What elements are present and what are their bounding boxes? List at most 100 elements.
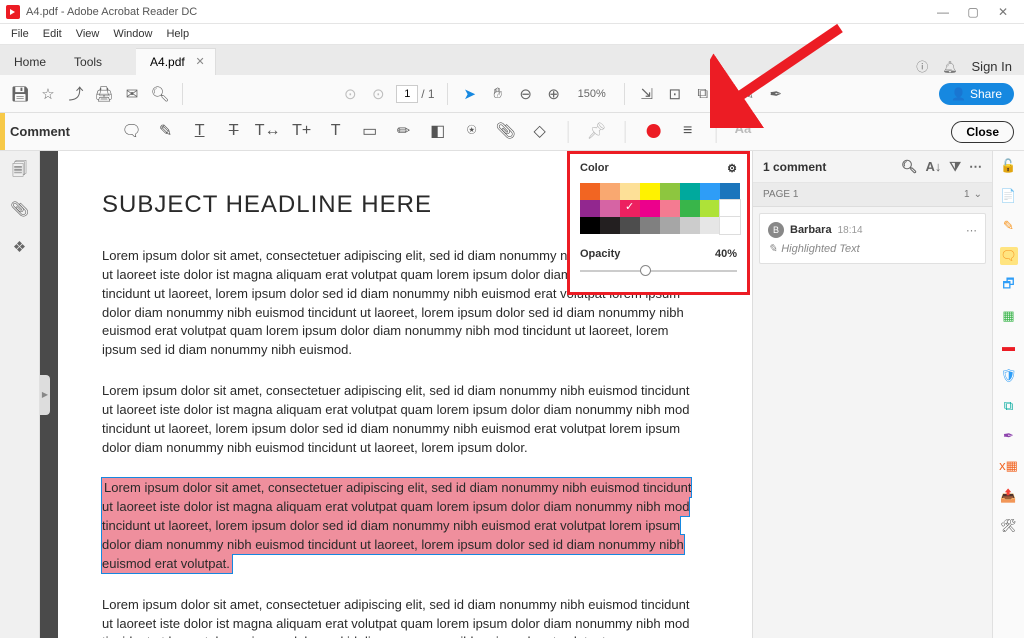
star-icon[interactable]: ☆ — [38, 84, 58, 104]
color-swatch[interactable] — [720, 217, 740, 234]
zoom-out-icon[interactable]: ⊖ — [516, 84, 536, 104]
color-swatch[interactable] — [720, 200, 740, 217]
color-swatch[interactable] — [620, 217, 640, 234]
color-swatch[interactable] — [600, 183, 620, 200]
fit-page-icon[interactable]: ⊡ — [665, 84, 685, 104]
color-swatch[interactable] — [660, 200, 680, 217]
comment-menu-icon[interactable]: ⋯ — [966, 224, 977, 237]
tab-document[interactable]: A4.pdf ✕ — [136, 48, 216, 75]
tab-close-icon[interactable]: ✕ — [196, 55, 205, 68]
fit-width-icon[interactable]: ⇲ — [637, 84, 657, 104]
rail-export-icon[interactable]: x▦ — [1000, 457, 1018, 475]
sticky-note-icon[interactable]: 🗨 — [122, 121, 142, 141]
comments-more-icon[interactable]: ⋯ — [969, 159, 982, 175]
replace-text-icon[interactable]: T↔ — [258, 121, 278, 141]
annotate-icon[interactable]: ✎ — [738, 84, 758, 104]
attachments-icon[interactable]: 📎︎ — [10, 199, 30, 219]
rail-redact-icon[interactable]: ▬ — [1000, 337, 1018, 355]
menu-file[interactable]: File — [4, 26, 36, 42]
close-window-button[interactable]: ✕ — [988, 2, 1018, 22]
page-up-icon[interactable]: ⊙ — [340, 84, 360, 104]
color-swatch[interactable] — [720, 183, 740, 200]
pencil-icon[interactable]: ✏ — [394, 121, 414, 141]
paragraph-3-highlighted[interactable]: Lorem ipsum dolor sit amet, consectetuer… — [102, 479, 702, 573]
menu-help[interactable]: Help — [159, 26, 196, 42]
comments-filter-icon[interactable]: ⧩ — [949, 159, 961, 175]
page-strip-chevron-icon[interactable]: ⌄ — [974, 189, 982, 200]
rail-create-icon[interactable]: 📄 — [1000, 187, 1018, 205]
insert-text-icon[interactable]: T+ — [292, 121, 312, 141]
tab-tools[interactable]: Tools — [60, 49, 116, 75]
textbox-icon[interactable]: ▭ — [360, 121, 380, 141]
color-swatch[interactable] — [660, 183, 680, 200]
comment-card[interactable]: B Barbara 18:14 ⋯ ✎ Highlighted Text — [759, 213, 986, 264]
underline-icon[interactable]: T — [190, 121, 210, 141]
upload-icon[interactable]: ⤴ — [66, 84, 86, 104]
pointer-icon[interactable]: ➤ — [460, 84, 480, 104]
text-comment-icon[interactable]: T — [326, 121, 346, 141]
comments-search-icon[interactable]: 🔍︎ — [901, 159, 918, 175]
color-swatch[interactable] — [700, 183, 720, 200]
gear-icon[interactable]: ⚙ — [727, 162, 737, 175]
draw-shapes-icon[interactable]: ◇ — [530, 121, 550, 141]
tab-home[interactable]: Home — [0, 49, 60, 75]
sign-icon[interactable]: ✒ — [766, 84, 786, 104]
pin-icon[interactable]: 📌︎ — [587, 121, 607, 141]
thumbnails-icon[interactable]: 🗐 — [10, 161, 30, 181]
highlighted-text[interactable]: Lorem ipsum dolor sit amet, consectetuer… — [102, 478, 691, 572]
text-properties-icon[interactable]: Aa — [735, 121, 752, 143]
color-swatch[interactable] — [600, 200, 620, 217]
line-thickness-icon[interactable]: ≡ — [678, 121, 698, 141]
color-swatch[interactable] — [700, 217, 720, 234]
color-swatch[interactable] — [620, 200, 640, 217]
color-swatch[interactable] — [600, 217, 620, 234]
layers-icon[interactable]: ❖ — [10, 237, 30, 257]
rail-compress-icon[interactable]: ⧉ — [1000, 397, 1018, 415]
color-swatch[interactable] — [680, 183, 700, 200]
rail-search-icon[interactable]: 🔓 — [1000, 157, 1018, 175]
menu-edit[interactable]: Edit — [36, 26, 69, 42]
print-icon[interactable]: 🖨︎ — [94, 84, 114, 104]
stamp-icon[interactable]: ⍟ — [462, 121, 482, 141]
save-icon[interactable]: 💾︎ — [10, 84, 30, 104]
rail-fill-sign-icon[interactable]: ✒ — [1000, 427, 1018, 445]
help-icon[interactable]: ⓘ — [916, 58, 928, 75]
color-swatch[interactable] — [680, 200, 700, 217]
share-button[interactable]: 👤 Share — [939, 83, 1014, 105]
color-swatch[interactable] — [700, 200, 720, 217]
zoom-level[interactable]: 150% — [572, 86, 612, 102]
rail-comment-icon[interactable]: 🗨 — [1000, 247, 1018, 265]
color-swatch[interactable] — [580, 200, 600, 217]
rail-edit-icon[interactable]: ✎ — [1000, 217, 1018, 235]
color-swatch[interactable] — [680, 217, 700, 234]
mail-icon[interactable]: ✉ — [122, 84, 142, 104]
opacity-thumb[interactable] — [640, 265, 651, 276]
rail-protect-icon[interactable]: 🛡 — [1000, 367, 1018, 385]
color-swatch[interactable] — [640, 200, 660, 217]
rail-more-tools-icon[interactable]: 🛠 — [1000, 517, 1018, 535]
attach-icon[interactable]: 📎︎ — [496, 121, 516, 141]
maximize-button[interactable]: ▢ — [958, 2, 988, 22]
color-swatch[interactable] — [640, 217, 660, 234]
opacity-slider[interactable] — [580, 264, 737, 278]
sign-in-button[interactable]: Sign In — [972, 59, 1012, 74]
rail-combine-icon[interactable]: 🗗 — [1000, 277, 1018, 295]
bell-icon[interactable]: 🔔︎ — [942, 60, 957, 74]
strikethrough-icon[interactable]: T — [224, 121, 244, 141]
color-swatch[interactable] — [660, 217, 680, 234]
color-swatch[interactable] — [580, 217, 600, 234]
menu-window[interactable]: Window — [106, 26, 159, 42]
page-down-icon[interactable]: ⊙ — [368, 84, 388, 104]
search-icon[interactable]: 🔍︎ — [150, 84, 170, 104]
page-input[interactable] — [396, 85, 418, 103]
read-mode-icon[interactable]: ⧉ — [693, 84, 713, 104]
expand-handle[interactable]: ▶ — [40, 375, 50, 415]
minimize-button[interactable]: — — [928, 2, 958, 22]
color-swatch[interactable] — [640, 183, 660, 200]
color-swatch[interactable] — [580, 183, 600, 200]
eraser-icon[interactable]: ◧ — [428, 121, 448, 141]
zoom-in-icon[interactable]: ⊕ — [544, 84, 564, 104]
menu-view[interactable]: View — [69, 26, 107, 42]
highlight-icon[interactable]: ✎ — [156, 121, 176, 141]
hand-icon[interactable]: ✋︎ — [488, 84, 508, 104]
